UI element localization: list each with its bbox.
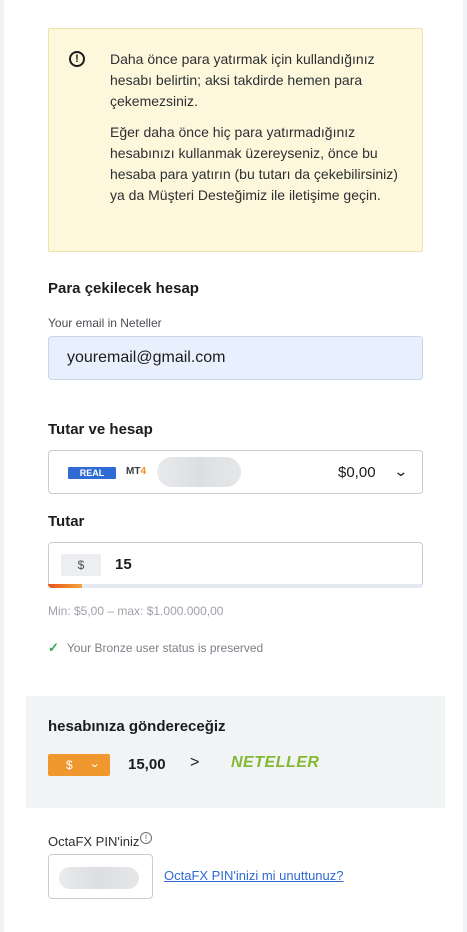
info-icon[interactable]: ! <box>140 832 152 844</box>
account-select[interactable]: REAL MT4 $0,00 ⌄ <box>48 450 423 494</box>
chevron-down-icon[interactable]: ⌄ <box>393 463 408 480</box>
amount-limits: Min: $5,00 – max: $1.000.000,00 <box>48 604 224 618</box>
amount-heading: Tutar <box>48 513 85 530</box>
user-status: ✓ Your Bronze user status is preserved <box>48 640 263 656</box>
amount-value: 15 <box>115 556 132 573</box>
withdrawal-form: ! Daha önce para yatırmak için kullandığ… <box>4 0 463 932</box>
warning-notice: ! Daha önce para yatırmak için kullandığ… <box>48 28 423 252</box>
warning-paragraph-2: Eğer daha önce hiç para yatırmadığınız h… <box>110 124 398 203</box>
email-field[interactable]: youremail@gmail.com <box>48 336 423 380</box>
neteller-logo: NETELLER <box>231 754 320 771</box>
forgot-pin-link[interactable]: OctaFX PIN'inizi mi unuttunuz? <box>164 868 344 883</box>
withdraw-account-heading: Para çekilecek hesap <box>48 280 199 297</box>
warning-paragraph-1: Daha önce para yatırmak için kullandığın… <box>110 51 375 109</box>
exclamation-circle-icon: ! <box>69 51 85 67</box>
account-number-redacted <box>157 457 241 487</box>
email-label: Your email in Neteller <box>48 316 162 330</box>
user-status-text: Your Bronze user status is preserved <box>66 641 264 655</box>
send-amount: 15,00 <box>128 756 166 773</box>
chevron-down-icon: ⌄ <box>88 758 101 770</box>
pin-label: OctaFX PIN'iniz <box>48 834 140 849</box>
amount-account-heading: Tutar ve hesap <box>48 421 153 438</box>
amount-progress-bar <box>48 584 423 588</box>
amount-input[interactable]: $ 15 <box>48 542 423 588</box>
send-summary-panel: hesabınıza göndereceğiz $ ⌄ 15,00 > NETE… <box>26 696 445 808</box>
real-badge: REAL <box>68 467 116 479</box>
pin-value-redacted <box>59 867 139 889</box>
currency-symbol: $ <box>66 758 73 772</box>
arrow-right-icon: > <box>190 754 200 771</box>
email-value: youremail@gmail.com <box>67 349 226 366</box>
currency-chip: $ <box>61 554 101 576</box>
checkmark-icon: ✓ <box>48 640 59 655</box>
account-balance: $0,00 <box>338 464 376 481</box>
warning-text: Daha önce para yatırmak için kullandığın… <box>110 49 410 216</box>
amount-progress-fill <box>48 584 82 588</box>
send-title: hesabınıza göndereceğiz <box>48 718 226 735</box>
pin-input[interactable] <box>48 854 153 899</box>
platform-label: MT4 <box>126 466 147 477</box>
currency-dropdown[interactable]: $ ⌄ <box>48 754 110 776</box>
